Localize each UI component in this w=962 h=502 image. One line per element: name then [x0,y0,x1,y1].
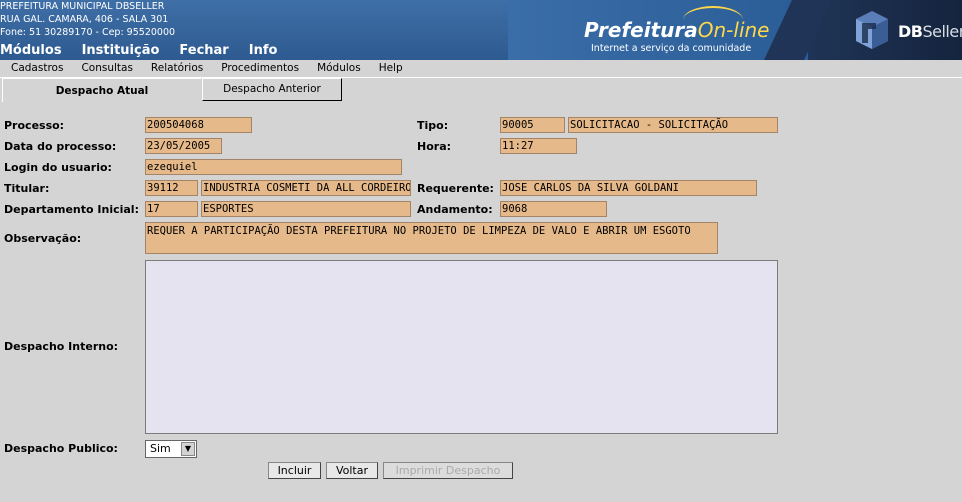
observacao-label: Observação: [4,232,82,245]
tipo-desc-field[interactable]: SOLICITACAO - SOLICITAÇÃO [568,117,778,133]
institution-info: PREFEITURA MUNICIPAL DBSELLER RUA GAL. C… [0,0,175,39]
imprimir-despacho-button[interactable]: Imprimir Despacho [383,462,513,479]
menu-info[interactable]: Info [249,43,298,60]
tab-despacho-anterior[interactable]: Despacho Anterior [202,78,342,101]
app-header: PREFEITURA MUNICIPAL DBSELLER RUA GAL. C… [0,0,962,60]
despacho-publico-value: Sim [150,442,171,455]
login-label: Login do usuario: [4,161,112,174]
tipo-label: Tipo: [417,119,449,132]
data-processo-label: Data do processo: [4,140,117,153]
titular-name-field[interactable]: INDUSTRIA COSMETI DA ALL CORDEIRO [201,180,411,196]
sub-menu: Cadastros Consultas Relatórios Procedime… [0,60,962,78]
top-menu: Módulos Instituição Fechar Info [0,43,297,60]
logo-main-text: Prefeitura [584,18,698,42]
menu-instituicao[interactable]: Instituição [82,43,180,60]
titular-label: Titular: [4,182,50,195]
institution-phone: Fone: 51 30289170 - Cep: 95520000 [0,27,176,38]
departamento-code-field[interactable]: 17 [145,201,198,217]
titular-code-field[interactable]: 39112 [145,180,198,196]
login-field[interactable]: ezequiel [145,159,402,175]
incluir-button[interactable]: Incluir [268,462,321,479]
processo-label: Processo: [4,119,65,132]
logo-subtitle: Internet a serviço da comunidade [591,43,752,54]
submenu-modulos[interactable]: Módulos [306,60,361,77]
logo-online-text: On-line [697,18,770,42]
tab-despacho-atual[interactable]: Despacho Atual [2,78,201,102]
departamento-name-field[interactable]: ESPORTES [201,201,411,217]
dbseller-logo: DBSeller [764,0,962,60]
submenu-procedimentos[interactable]: Procedimentos [210,60,299,77]
dbseller-cube-icon [856,11,888,49]
despacho-interno-textarea[interactable] [145,260,778,434]
menu-fechar[interactable]: Fechar [179,43,248,60]
despacho-publico-label: Despacho Publico: [4,442,118,455]
submenu-consultas[interactable]: Consultas [70,60,132,77]
tipo-code-field[interactable]: 90005 [500,117,565,133]
hora-label: Hora: [417,140,452,153]
menu-modulos[interactable]: Módulos [0,43,82,60]
andamento-label: Andamento: [417,203,493,216]
requerente-field[interactable]: JOSE CARLOS DA SILVA GOLDANI [500,180,757,196]
institution-address: RUA GAL. CAMARA, 406 - SALA 301 [0,14,169,25]
submenu-help[interactable]: Help [368,60,403,77]
db-brand-bold: DB [898,22,923,41]
requerente-label: Requerente: [417,182,494,195]
hora-field[interactable]: 11:27 [500,138,577,154]
andamento-field[interactable]: 9068 [500,201,607,217]
data-processo-field[interactable]: 23/05/2005 [145,138,222,154]
prefeitura-online-logo: PrefeituraOn-line Internet a serviço da … [508,0,808,60]
submenu-relatorios[interactable]: Relatórios [140,60,203,77]
submenu-cadastros[interactable]: Cadastros [0,60,63,77]
tab-bar: Despacho Atual Despacho Anterior [0,78,962,102]
despacho-publico-select[interactable]: Sim ▼ [145,440,197,458]
processo-field[interactable]: 200504068 [145,117,252,133]
institution-name: PREFEITURA MUNICIPAL DBSELLER [0,1,165,12]
observacao-field[interactable]: REQUER A PARTICIPAÇÃO DESTA PREFEITURA N… [145,222,718,254]
db-brand-light: Seller [922,22,962,41]
chevron-down-icon[interactable]: ▼ [181,442,195,456]
despacho-interno-label: Despacho Interno: [4,340,119,353]
departamento-label: Departamento Inicial: [4,203,139,216]
voltar-button[interactable]: Voltar [326,462,378,479]
